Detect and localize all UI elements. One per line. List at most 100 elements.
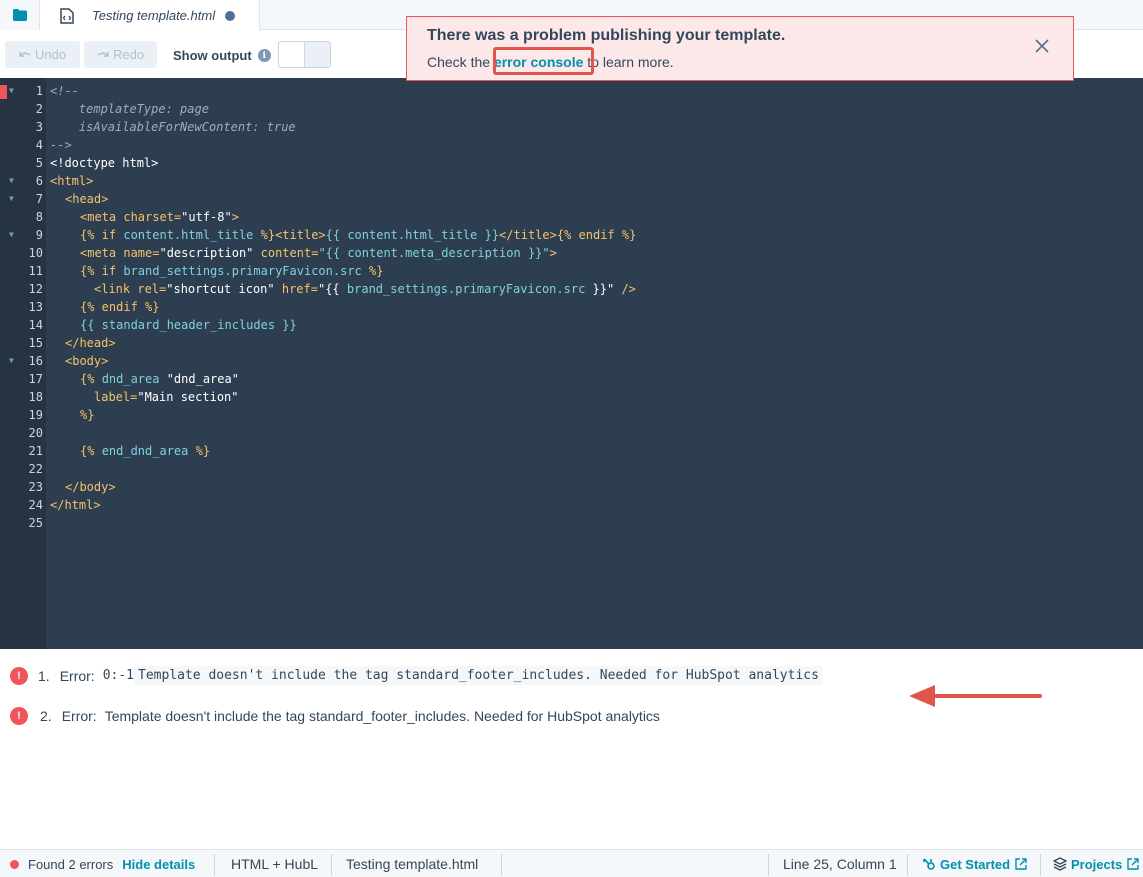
redo-icon bbox=[97, 52, 109, 57]
error-count: Found 2 errors Hide details bbox=[10, 850, 195, 877]
line-number: 2 bbox=[35, 102, 43, 116]
code-text: --> bbox=[50, 138, 72, 152]
code-token: "Main section" bbox=[137, 390, 239, 404]
code-line: 4 --> bbox=[0, 136, 1143, 154]
line-number: 19 bbox=[28, 408, 43, 422]
error-item[interactable]: ! 1. Error: 0:-1 Template doesn't includ… bbox=[10, 666, 823, 685]
fold-arrow-icon[interactable]: ▼ bbox=[9, 190, 17, 208]
code-token: href= bbox=[274, 282, 318, 296]
projects-label: Projects bbox=[1071, 856, 1123, 872]
code-token: %} bbox=[188, 444, 211, 458]
line-number: 24 bbox=[28, 498, 43, 512]
error-message: Template doesn't include the tag standar… bbox=[104, 708, 660, 724]
divider bbox=[214, 854, 215, 876]
redo-button[interactable]: Redo bbox=[84, 41, 157, 68]
show-output-control: Show output i bbox=[173, 48, 271, 63]
line-number: 17 bbox=[28, 372, 43, 386]
line-number: 14 bbox=[28, 318, 43, 332]
code-text: <head> bbox=[65, 190, 108, 208]
code-token: %}<title> bbox=[253, 228, 326, 242]
alert-body-suffix: to learn more. bbox=[583, 54, 674, 70]
fold-arrow-icon[interactable]: ▼ bbox=[9, 226, 17, 244]
line-number: 20 bbox=[28, 426, 43, 440]
fold-arrow-icon[interactable]: ▼ bbox=[9, 352, 17, 370]
fold-arrow-icon[interactable]: ▼ bbox=[9, 172, 17, 190]
error-number: 1. bbox=[38, 667, 50, 684]
code-token: content= bbox=[253, 246, 319, 260]
code-token: %} bbox=[361, 264, 384, 278]
code-text: label="Main section" bbox=[94, 388, 239, 406]
alert-body-prefix: Check the bbox=[427, 54, 494, 70]
code-token: label= bbox=[94, 390, 138, 404]
show-output-toggle[interactable] bbox=[278, 41, 331, 68]
code-text: <link rel="shortcut icon" href="{{ brand… bbox=[94, 280, 636, 298]
code-line: 20 bbox=[0, 424, 1143, 442]
code-line: 24 </html> bbox=[0, 496, 1143, 514]
code-text: </body> bbox=[65, 480, 116, 494]
fold-arrow-icon[interactable]: ▼ bbox=[9, 82, 17, 100]
external-link-icon bbox=[1015, 858, 1027, 870]
line-number: 15 bbox=[28, 336, 43, 350]
code-token: {% bbox=[80, 444, 102, 458]
get-started-link[interactable]: Get Started bbox=[922, 850, 1027, 877]
code-text: isAvailableForNewContent: true bbox=[50, 120, 296, 134]
divider bbox=[768, 854, 769, 876]
code-editor[interactable]: ▼ 1 <!-- 2 templateType: page 3 isAvaila… bbox=[0, 78, 1143, 649]
code-line: 23 </body> bbox=[0, 478, 1143, 496]
info-icon[interactable]: i bbox=[257, 49, 271, 62]
code-text: <!doctype html> bbox=[50, 156, 159, 170]
code-token: {% bbox=[80, 372, 102, 386]
line-number: 12 bbox=[28, 282, 43, 296]
line-number: 4 bbox=[35, 138, 43, 152]
error-item[interactable]: ! 2. Error: Template doesn't include the… bbox=[10, 707, 660, 725]
language-mode[interactable]: HTML + HubL bbox=[231, 850, 318, 877]
line-number: 9 bbox=[35, 228, 43, 242]
cursor-position: Line 25, Column 1 bbox=[783, 856, 897, 872]
show-output-label: Show output bbox=[173, 48, 252, 63]
file-name: Testing template.html bbox=[346, 856, 479, 872]
line-number: 5 bbox=[35, 156, 43, 170]
line-number: 1 bbox=[35, 84, 43, 98]
divider bbox=[907, 854, 908, 876]
warning-icon: ! bbox=[10, 707, 28, 725]
line-number: 6 bbox=[35, 174, 43, 188]
code-token: > bbox=[549, 246, 557, 260]
code-token: "{{ content.meta_description }}" bbox=[318, 246, 550, 260]
file-code-icon bbox=[60, 7, 74, 24]
close-icon[interactable] bbox=[1035, 39, 1049, 53]
error-count-label: Found 2 errors bbox=[28, 856, 114, 872]
file-browser-button[interactable] bbox=[0, 0, 40, 30]
hide-details-link[interactable]: Hide details bbox=[122, 857, 195, 872]
line-number: 11 bbox=[28, 264, 43, 278]
line-number: 10 bbox=[28, 246, 43, 260]
status-bar: Found 2 errors Hide details HTML + HubL … bbox=[0, 849, 1143, 877]
code-line: 15 </head> bbox=[0, 334, 1143, 352]
error-number: 2. bbox=[40, 708, 52, 724]
arrow-annotation bbox=[909, 685, 1042, 707]
error-label: Error: bbox=[61, 708, 97, 724]
code-text: {% end_dnd_area %} bbox=[80, 442, 210, 460]
code-token: <head> bbox=[65, 192, 109, 206]
code-line: 2 templateType: page bbox=[0, 100, 1143, 118]
code-text: templateType: page bbox=[50, 102, 209, 116]
code-line: 3 isAvailableForNewContent: true bbox=[0, 118, 1143, 136]
line-number: 22 bbox=[28, 462, 43, 476]
code-line: 21 {% end_dnd_area %} bbox=[0, 442, 1143, 460]
code-token: "{{ bbox=[317, 282, 347, 296]
undo-icon bbox=[19, 52, 31, 57]
line-number: 25 bbox=[28, 516, 43, 530]
code-line: 17 {% dnd_area "dnd_area" bbox=[0, 370, 1143, 388]
code-text: {% endif %} bbox=[80, 300, 160, 314]
line-number: 23 bbox=[28, 480, 43, 494]
undo-button[interactable]: Undo bbox=[5, 41, 80, 68]
code-token: rel= bbox=[130, 282, 167, 296]
warning-icon: ! bbox=[10, 666, 28, 685]
tab-testing-template[interactable]: Testing template.html bbox=[40, 0, 260, 31]
code-text: {% if brand_settings.primaryFavicon.src … bbox=[80, 262, 383, 280]
code-text: {{ standard_header_includes }} bbox=[80, 318, 297, 332]
error-dot-icon bbox=[10, 859, 19, 869]
code-text: {% dnd_area "dnd_area" bbox=[80, 370, 239, 388]
code-token: "description" bbox=[159, 246, 254, 260]
divider bbox=[501, 854, 502, 876]
projects-link[interactable]: Projects bbox=[1053, 850, 1140, 877]
